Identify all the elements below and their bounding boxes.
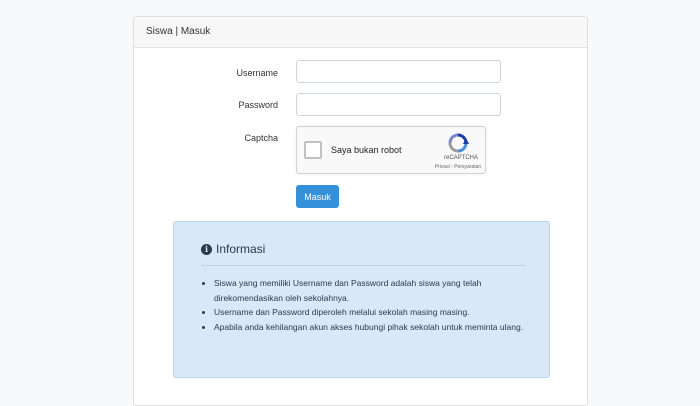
- info-panel: i Informasi Siswa yang memiliki Username…: [173, 221, 550, 378]
- login-card: Siswa | Masuk Username Password Captcha …: [133, 16, 588, 406]
- info-list-item: Username dan Password diperoleh melalui …: [214, 305, 534, 320]
- recaptcha-links[interactable]: Privasi - Persyaratan: [430, 164, 486, 170]
- recaptcha-brand: reCAPTCHA: [443, 155, 478, 161]
- info-list: Siswa yang memiliki Username dan Passwor…: [201, 276, 534, 334]
- captcha-checkbox-label: Saya bukan robot: [331, 145, 402, 155]
- username-label: Username: [236, 68, 278, 78]
- info-divider: [201, 265, 526, 266]
- password-label: Password: [238, 100, 278, 110]
- password-input[interactable]: [296, 93, 501, 116]
- info-icon: i: [201, 243, 212, 255]
- masuk-button[interactable]: Masuk: [296, 185, 339, 208]
- info-list-item: Apabila anda kehilangan akun akses hubun…: [214, 320, 534, 335]
- info-title: i Informasi: [201, 242, 265, 256]
- info-list-item: Siswa yang memiliki Username dan Passwor…: [214, 276, 534, 305]
- captcha-checkbox[interactable]: [304, 141, 322, 159]
- recaptcha-logo-icon: [448, 133, 469, 153]
- username-input[interactable]: [296, 60, 501, 83]
- recaptcha-widget: Saya bukan robot reCAPTCHA Privasi - Per…: [296, 126, 486, 174]
- captcha-label: Captcha: [244, 133, 278, 143]
- card-header: Siswa | Masuk: [134, 17, 587, 48]
- info-title-text: Informasi: [216, 242, 266, 256]
